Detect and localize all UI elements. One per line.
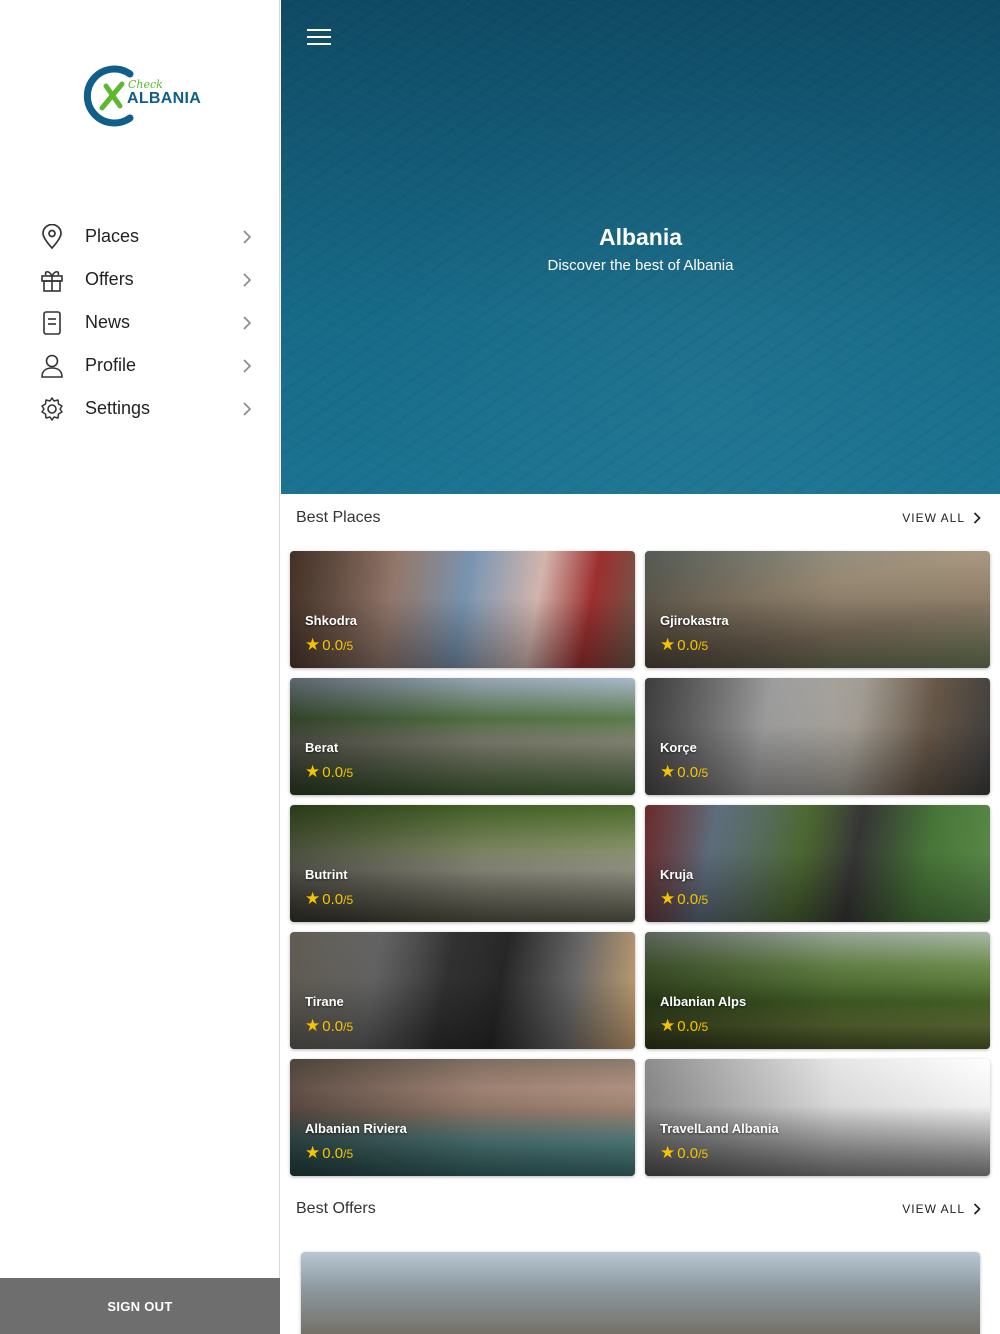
map-pin-icon xyxy=(38,223,66,251)
place-name: TravelLand Albania xyxy=(660,1121,779,1136)
place-name: Butrint xyxy=(305,867,348,882)
hero-subtitle: Discover the best of Albania xyxy=(547,257,734,274)
star-icon: ★ xyxy=(660,1143,676,1162)
sidebar-item-label: Settings xyxy=(85,398,151,418)
place-card-kruja[interactable]: Kruja ★ 0.0/5 xyxy=(645,805,990,922)
app-logo: Check ALBANIA xyxy=(82,64,202,128)
sidebar-item-settings[interactable]: Settings xyxy=(38,387,253,430)
chevron-right-icon xyxy=(243,401,252,416)
view-all-label: VIEW ALL xyxy=(902,511,965,525)
gift-icon xyxy=(38,266,66,294)
gear-icon xyxy=(38,395,66,423)
star-icon: ★ xyxy=(305,889,321,908)
place-card-shkodra[interactable]: Shkodra ★ 0.0/5 xyxy=(290,551,635,668)
chevron-right-icon xyxy=(243,229,252,244)
star-icon: ★ xyxy=(305,1143,321,1162)
offer-card[interactable] xyxy=(301,1252,980,1334)
place-name: Berat xyxy=(305,740,339,755)
place-rating: ★ 0.0/5 xyxy=(660,635,709,654)
best-offers-view-all-button[interactable]: VIEW ALL xyxy=(902,1202,981,1216)
star-icon: ★ xyxy=(660,889,676,908)
logo-text: ALBANIA xyxy=(127,90,202,107)
place-card-korce[interactable]: Korçe ★ 0.0/5 xyxy=(645,678,990,795)
sidebar-item-label: News xyxy=(85,312,131,332)
chevron-right-icon xyxy=(243,358,252,373)
star-icon: ★ xyxy=(660,762,676,781)
sidebar-item-label: Places xyxy=(85,226,140,246)
sidebar-item-label: Offers xyxy=(85,269,134,289)
document-icon xyxy=(38,309,66,337)
chevron-right-icon xyxy=(973,512,981,524)
sidebar-menu: Places Offers News Profile Settings xyxy=(38,215,253,430)
star-icon: ★ xyxy=(305,762,321,781)
place-name: Albanian Riviera xyxy=(305,1121,407,1136)
place-name: Korçe xyxy=(660,740,697,755)
section-title: Best Offers xyxy=(296,1200,376,1217)
main-content: Albania Discover the best of Albania Bes… xyxy=(281,0,1000,1334)
sidebar: Check ALBANIA Places Offers News Profile… xyxy=(0,0,280,1334)
chevron-right-icon xyxy=(243,272,252,287)
sidebar-item-offers[interactable]: Offers xyxy=(38,258,253,301)
place-card-butrint[interactable]: Butrint ★ 0.0/5 xyxy=(290,805,635,922)
place-rating: ★ 0.0/5 xyxy=(660,762,709,781)
hero-banner: Albania Discover the best of Albania xyxy=(281,0,1000,494)
place-rating: ★ 0.0/5 xyxy=(305,635,354,654)
place-name: Kruja xyxy=(660,867,694,882)
star-icon: ★ xyxy=(660,1016,676,1035)
place-name: Gjirokastra xyxy=(660,613,729,628)
sidebar-item-places[interactable]: Places xyxy=(38,215,253,258)
chevron-right-icon xyxy=(243,315,252,330)
user-icon xyxy=(38,352,66,380)
place-name: Albanian Alps xyxy=(660,994,747,1009)
place-card-albanian-alps[interactable]: Albanian Alps ★ 0.0/5 xyxy=(645,932,990,1049)
best-places-header: Best Places VIEW ALL xyxy=(296,506,981,530)
sidebar-item-news[interactable]: News xyxy=(38,301,253,344)
star-icon: ★ xyxy=(305,635,321,654)
best-offers-header: Best Offers VIEW ALL xyxy=(296,1197,981,1221)
place-rating: ★ 0.0/5 xyxy=(305,889,354,908)
view-all-label: VIEW ALL xyxy=(902,1202,965,1216)
chevron-right-icon xyxy=(973,1203,981,1215)
star-icon: ★ xyxy=(660,635,676,654)
place-name: Shkodra xyxy=(305,613,358,628)
place-rating: ★ 0.0/5 xyxy=(305,1016,354,1035)
section-title: Best Places xyxy=(296,509,381,526)
sign-out-button[interactable]: SIGN OUT xyxy=(0,1278,280,1334)
star-icon: ★ xyxy=(305,1016,321,1035)
place-rating: ★ 0.0/5 xyxy=(660,889,709,908)
place-card-albanian-riviera[interactable]: Albanian Riviera ★ 0.0/5 xyxy=(290,1059,635,1176)
best-places-view-all-button[interactable]: VIEW ALL xyxy=(902,511,981,525)
place-card-tirane[interactable]: Tirane ★ 0.0/5 xyxy=(290,932,635,1049)
place-rating: ★ 0.0/5 xyxy=(305,1143,354,1162)
place-card-berat[interactable]: Berat ★ 0.0/5 xyxy=(290,678,635,795)
place-rating: ★ 0.0/5 xyxy=(660,1016,709,1035)
hero-title: Albania xyxy=(598,224,683,250)
sidebar-item-profile[interactable]: Profile xyxy=(38,344,253,387)
sidebar-item-label: Profile xyxy=(85,355,137,375)
place-name: Tirane xyxy=(305,994,344,1009)
place-rating: ★ 0.0/5 xyxy=(660,1143,709,1162)
place-card-travelland-albania[interactable]: TravelLand Albania ★ 0.0/5 xyxy=(645,1059,990,1176)
place-card-gjirokastra[interactable]: Gjirokastra ★ 0.0/5 xyxy=(645,551,990,668)
place-rating: ★ 0.0/5 xyxy=(305,762,354,781)
hamburger-menu-icon[interactable] xyxy=(307,29,331,47)
